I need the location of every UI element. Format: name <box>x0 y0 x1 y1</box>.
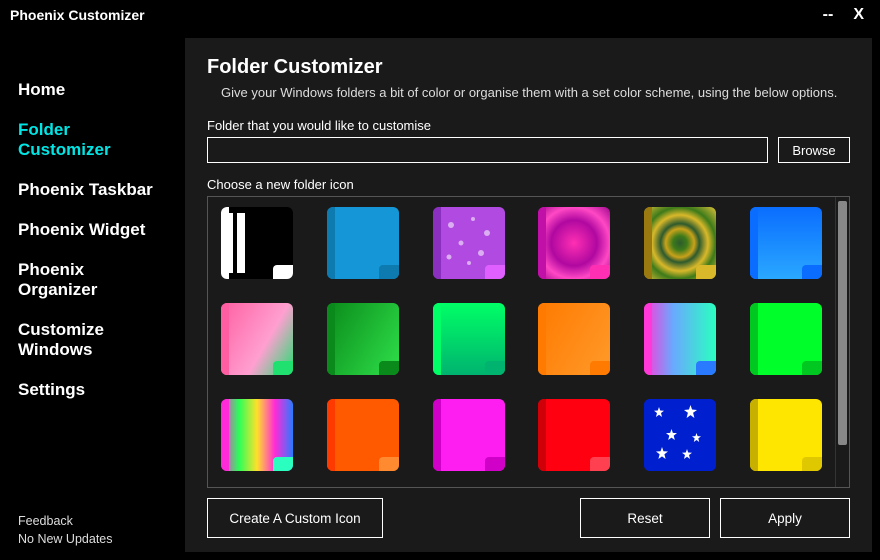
folder-icon-gold-rings[interactable] <box>644 207 716 279</box>
page-title: Folder Customizer <box>207 56 850 79</box>
minimize-button[interactable]: -- <box>817 6 840 24</box>
nav-item-phoenix-organizer[interactable]: Phoenix Organizer <box>0 250 185 310</box>
feedback-link[interactable]: Feedback <box>18 514 167 528</box>
folder-icon-purple-dots[interactable] <box>433 207 505 279</box>
icon-scrollbar[interactable] <box>835 197 849 487</box>
folder-icon-bright-green[interactable] <box>433 303 505 375</box>
folder-icon-grid <box>214 207 829 471</box>
browse-button[interactable]: Browse <box>778 137 850 163</box>
nav-item-customize-windows[interactable]: Customize Windows <box>0 310 185 370</box>
folder-icon-yellow[interactable] <box>750 399 822 471</box>
folder-icon-rainbow-bars[interactable] <box>221 399 293 471</box>
nav-item-home[interactable]: Home <box>0 70 185 110</box>
folder-icon-blue[interactable] <box>327 207 399 279</box>
sidebar: HomeFolder CustomizerPhoenix TaskbarPhoe… <box>0 30 185 560</box>
nav-list: HomeFolder CustomizerPhoenix TaskbarPhoe… <box>0 70 185 410</box>
main-panel: Folder Customizer Give your Windows fold… <box>185 38 872 552</box>
folder-icon-black-white[interactable] <box>221 207 293 279</box>
folder-icon-orange[interactable] <box>327 399 399 471</box>
folder-icon-neon-green[interactable] <box>750 303 822 375</box>
folder-icon-deep-green[interactable] <box>327 303 399 375</box>
create-custom-icon-button[interactable]: Create A Custom Icon <box>207 498 383 538</box>
reset-button[interactable]: Reset <box>580 498 710 538</box>
sidebar-footer: Feedback No New Updates <box>0 510 185 560</box>
nav-item-phoenix-taskbar[interactable]: Phoenix Taskbar <box>0 170 185 210</box>
nav-item-settings[interactable]: Settings <box>0 370 185 410</box>
folder-icon-orange-grad[interactable] <box>538 303 610 375</box>
folder-icon-magenta[interactable] <box>433 399 505 471</box>
folder-icon-magenta-swirl[interactable] <box>538 207 610 279</box>
folder-icon-blue-gradient[interactable] <box>750 207 822 279</box>
page-description: Give your Windows folders a bit of color… <box>221 85 850 100</box>
scrollbar-thumb[interactable] <box>838 201 847 445</box>
folder-icon-pink-green[interactable] <box>221 303 293 375</box>
nav-item-folder-customizer[interactable]: Folder Customizer <box>0 110 185 170</box>
folder-path-input[interactable] <box>207 137 768 163</box>
apply-button[interactable]: Apply <box>720 498 850 538</box>
titlebar: Phoenix Customizer -- X <box>0 0 880 30</box>
icon-grid-label: Choose a new folder icon <box>207 177 850 192</box>
close-button[interactable]: X <box>847 6 870 24</box>
path-label: Folder that you would like to customise <box>207 118 850 133</box>
nav-item-phoenix-widget[interactable]: Phoenix Widget <box>0 210 185 250</box>
folder-icon-blue-stars[interactable] <box>644 399 716 471</box>
app-title: Phoenix Customizer <box>10 7 145 23</box>
folder-icon-rainbow[interactable] <box>644 303 716 375</box>
folder-icon-red[interactable] <box>538 399 610 471</box>
update-status: No New Updates <box>18 532 167 546</box>
